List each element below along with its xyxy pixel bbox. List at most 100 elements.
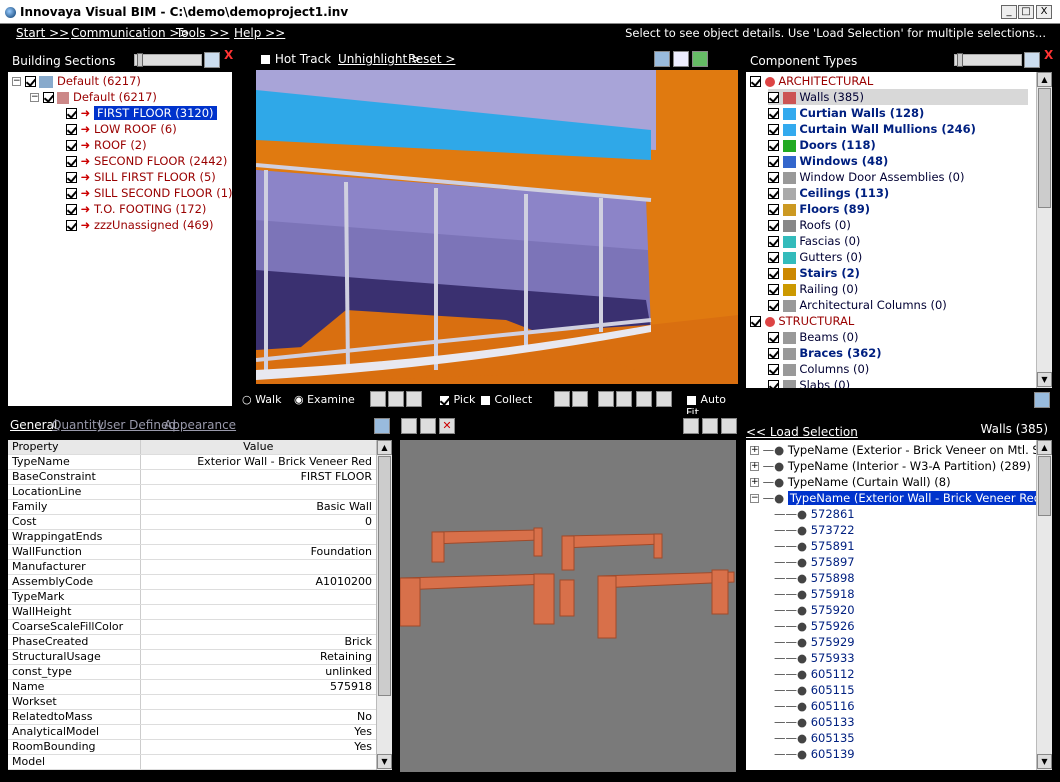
selection-id[interactable]: ——● 605133 xyxy=(774,714,855,730)
zoom-in-icon[interactable] xyxy=(554,391,570,407)
property-row[interactable]: PhaseCreated Brick xyxy=(8,634,376,650)
checkbox[interactable] xyxy=(768,348,779,359)
checkbox[interactable] xyxy=(768,332,779,343)
sel-layout-icon-1[interactable] xyxy=(683,418,699,434)
checkbox[interactable] xyxy=(66,188,77,199)
close-button[interactable]: X xyxy=(1036,5,1052,19)
3d-scene[interactable] xyxy=(256,70,738,384)
selection-scrollbar[interactable]: ▲ ▼ xyxy=(1036,440,1052,770)
expand-icon[interactable]: + xyxy=(750,462,759,471)
components-slider[interactable] xyxy=(954,53,1022,67)
orbit-icon[interactable] xyxy=(370,391,386,407)
property-row[interactable]: TypeMark xyxy=(8,589,376,605)
sel-layout-icon-2[interactable] xyxy=(702,418,718,434)
components-scrollbar[interactable]: ▲ ▼ xyxy=(1036,72,1052,388)
checkbox[interactable] xyxy=(768,108,779,119)
properties-scrollbar[interactable]: ▲ ▼ xyxy=(376,440,392,770)
component-item[interactable]: Beams (0) xyxy=(768,329,858,345)
checkbox[interactable] xyxy=(750,76,761,87)
expand-icon[interactable]: + xyxy=(750,478,759,487)
menu-start[interactable]: Start >> xyxy=(16,26,69,40)
checkbox[interactable] xyxy=(768,204,779,215)
reset-link[interactable]: Reset > xyxy=(408,52,455,66)
selection-id[interactable]: ——● 605116 xyxy=(774,698,855,714)
checkbox[interactable] xyxy=(768,236,779,247)
checkbox[interactable] xyxy=(750,316,761,327)
selection-id[interactable]: ——● 575920 xyxy=(774,602,855,618)
collect-checkbox[interactable] xyxy=(480,394,491,406)
pan-icon[interactable] xyxy=(388,391,404,407)
component-item[interactable]: Architectural Columns (0) xyxy=(768,297,947,313)
checkbox[interactable] xyxy=(768,220,779,231)
properties-options-icon[interactable] xyxy=(374,418,390,434)
checkbox[interactable] xyxy=(768,124,779,135)
walk-option[interactable]: ○ Walk xyxy=(242,393,281,406)
collapse-icon[interactable]: − xyxy=(12,77,21,86)
component-item[interactable]: Walls (385) xyxy=(768,89,1028,105)
scroll-up-icon[interactable]: ▲ xyxy=(1037,72,1052,87)
selection-group[interactable]: + —● TypeName (Interior - W3-A Partition… xyxy=(750,458,1031,474)
section-item[interactable]: ➜ FIRST FLOOR (3120) xyxy=(66,105,218,121)
component-item[interactable]: Window Door Assemblies (0) xyxy=(768,169,964,185)
selection-id[interactable]: ——● 575933 xyxy=(774,650,855,666)
scroll-down-icon[interactable]: ▼ xyxy=(1037,372,1052,387)
component-item[interactable]: Windows (48) xyxy=(768,153,888,169)
zoom-extents-icon[interactable] xyxy=(656,391,672,407)
hot-track-checkbox[interactable] xyxy=(260,54,271,65)
property-row[interactable]: WallFunction Foundation xyxy=(8,544,376,560)
selection-group[interactable]: + —● TypeName (Curtain Wall) (8) xyxy=(750,474,951,490)
property-row[interactable]: Manufacturer xyxy=(8,559,376,575)
sel-clear-icon[interactable]: ✕ xyxy=(439,418,455,434)
property-row[interactable]: AssemblyCode A1010200 xyxy=(8,574,376,590)
fit-up-icon[interactable] xyxy=(598,391,614,407)
component-item[interactable]: Fascias (0) xyxy=(768,233,860,249)
selection-id[interactable]: ——● 575898 xyxy=(774,570,855,586)
components-options-icon[interactable] xyxy=(1034,392,1050,408)
checkbox[interactable] xyxy=(768,156,779,167)
property-row[interactable]: StructuralUsage Retaining xyxy=(8,649,376,665)
component-item[interactable]: Curtian Walls (128) xyxy=(768,105,924,121)
checkbox[interactable] xyxy=(768,364,779,375)
category-architectural[interactable]: ARCHITECTURAL xyxy=(750,73,873,89)
minimize-button[interactable]: _ xyxy=(1001,5,1017,19)
view-layout-icon-3[interactable] xyxy=(692,51,708,67)
property-row[interactable]: Family Basic Wall xyxy=(8,499,376,515)
collect-option[interactable]: Collect xyxy=(480,393,532,406)
selection-id[interactable]: ——● 605115 xyxy=(774,682,855,698)
load-selection-link[interactable]: << Load Selection xyxy=(746,425,858,439)
selection-viewport[interactable] xyxy=(399,440,736,772)
scroll-up-icon[interactable]: ▲ xyxy=(377,440,392,455)
component-item[interactable]: Railing (0) xyxy=(768,281,858,297)
property-row[interactable]: Model xyxy=(8,754,376,770)
checkbox[interactable] xyxy=(66,124,77,135)
selection-id[interactable]: ——● 605135 xyxy=(774,730,855,746)
menu-help[interactable]: Help >> xyxy=(234,26,285,40)
property-row[interactable]: RoomBounding Yes xyxy=(8,739,376,755)
checkbox[interactable] xyxy=(42,92,54,103)
tree-root[interactable]: − Default (6217) xyxy=(12,73,141,89)
property-row[interactable]: AssemblyDescriptionFoundation Walls xyxy=(8,769,376,770)
property-row[interactable]: Name 575918 xyxy=(8,679,376,695)
checkbox[interactable] xyxy=(768,300,779,311)
selection-id[interactable]: ——● 573722 xyxy=(774,522,855,538)
sections-close-icon[interactable]: X xyxy=(224,48,233,62)
view-layout-icon-2[interactable] xyxy=(673,51,689,67)
property-row[interactable]: CoarseScaleFillColor xyxy=(8,619,376,635)
selection-id[interactable]: ——● 575897 xyxy=(774,554,855,570)
components-close-icon[interactable]: X xyxy=(1044,48,1053,62)
checkbox[interactable] xyxy=(768,284,779,295)
tab-quantity[interactable]: Quantity xyxy=(52,418,104,432)
section-item[interactable]: ➜ SILL SECOND FLOOR (1) xyxy=(66,185,233,201)
checkbox[interactable] xyxy=(768,380,779,388)
property-row[interactable]: Cost 0 xyxy=(8,514,376,530)
scroll-down-icon[interactable]: ▼ xyxy=(1037,754,1052,769)
menu-tools[interactable]: Tools >> xyxy=(176,26,229,40)
zoom-out-icon[interactable] xyxy=(572,391,588,407)
tab-appearance[interactable]: Appearance xyxy=(164,418,236,432)
property-row[interactable]: Workset xyxy=(8,694,376,710)
maximize-button[interactable]: □ xyxy=(1018,5,1034,19)
section-item[interactable]: ➜ T.O. FOOTING (172) xyxy=(66,201,206,217)
component-item[interactable]: Slabs (0) xyxy=(768,377,850,388)
checkbox[interactable] xyxy=(24,76,36,87)
selection-group[interactable]: − —● TypeName (Exterior Wall - Brick Ven… xyxy=(750,490,1036,506)
